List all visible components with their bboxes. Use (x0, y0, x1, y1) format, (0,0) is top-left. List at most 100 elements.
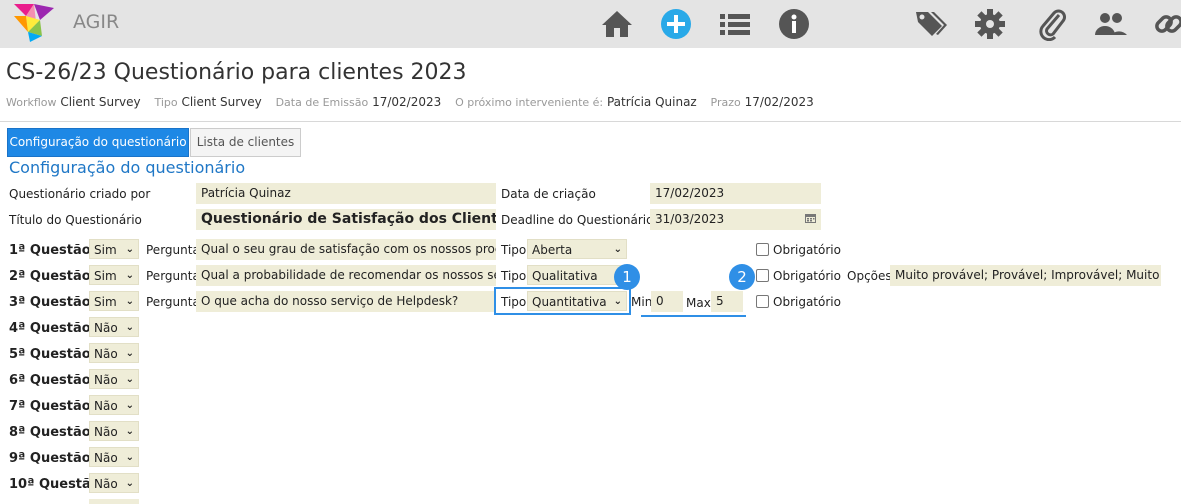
question-2-pergunta-field[interactable]: Qual a probabilidade de recomendar os no… (196, 265, 496, 286)
title-field[interactable]: Questionário de Satisfação dos Clientes … (196, 209, 496, 230)
question-10-enabled-select[interactable]: Não ⌄ (89, 473, 139, 493)
question-1-tipo-select[interactable]: Aberta ⌄ (527, 239, 627, 259)
question-5-enabled-value: Não (94, 347, 118, 361)
chevron-down-icon: ⌄ (125, 478, 134, 489)
question-10-enabled-value: Não (94, 477, 118, 491)
question-8-label: 8ª Questão (9, 425, 91, 440)
tipo-2-label: Tipo (501, 269, 527, 283)
question-2-enabled-select[interactable]: Sim ⌄ (89, 265, 139, 285)
chevron-down-icon: ⌄ (125, 270, 134, 281)
question-1-pergunta-field[interactable]: Qual o seu grau de satisfação com os nos… (196, 239, 496, 260)
app-name: AGIR (73, 11, 120, 33)
pergunta-3-label: Pergunta (146, 295, 200, 309)
tipo-1-label: Tipo (501, 243, 527, 257)
question-2-tipo-select[interactable]: Qualitativa⌄ (527, 265, 627, 285)
opcoes-label: Opções (847, 269, 892, 283)
users-icon[interactable] (1093, 7, 1127, 41)
question-6-enabled-value: Não (94, 373, 118, 387)
question-3-enabled-select[interactable]: Sim ⌄ (89, 291, 139, 311)
interveniente-value: Patrícia Quinaz (606, 95, 697, 109)
question-2-obrigatorio-checkbox[interactable] (756, 269, 769, 282)
question-1-enabled-select[interactable]: Sim ⌄ (89, 239, 139, 259)
tipo-value: Client Survey (181, 95, 262, 109)
question-4-enabled-value: Não (94, 321, 118, 335)
question-6-label: 6ª Questão (9, 373, 91, 388)
question-3-enabled-value: Sim (94, 295, 117, 309)
max-label: Max (686, 296, 711, 310)
deadline-label: Deadline do Questionário (501, 213, 654, 227)
created-by-field[interactable]: Patrícia Quinaz (196, 183, 496, 204)
obrigatorio-1-label: Obrigatório (773, 243, 841, 257)
obrigatorio-2-label: Obrigatório (773, 269, 841, 283)
question-6-enabled-select[interactable]: Não ⌄ (89, 369, 139, 389)
chevron-down-icon: ⌄ (125, 244, 134, 255)
tab-lista-clientes[interactable]: Lista de clientes (190, 128, 301, 157)
minmax-underline (641, 315, 746, 317)
prazo-label: Prazo (710, 96, 741, 109)
chevron-down-icon: ⌄ (125, 374, 134, 385)
link-icon[interactable] (1152, 7, 1181, 41)
top-bar: AGIR (0, 0, 1181, 48)
question-4-enabled-select[interactable]: Não ⌄ (89, 317, 139, 337)
document-meta: Workflow Client Survey Tipo Client Surve… (6, 95, 824, 109)
pergunta-2-label: Pergunta (146, 269, 200, 283)
question-7-enabled-value: Não (94, 399, 118, 413)
question-2-opcoes-field[interactable]: Muito provável; Provável; Improvável; Mu… (890, 265, 1161, 286)
question-10-label: 10ª Questão (9, 477, 100, 492)
gear-icon[interactable] (973, 7, 1007, 41)
annotation-badge-2: 2 (729, 264, 755, 290)
tipo-label: Tipo (154, 96, 178, 109)
chevron-down-icon: ⌄ (125, 322, 134, 333)
calendar-icon[interactable] (805, 213, 816, 223)
question-7-enabled-select[interactable]: Não ⌄ (89, 395, 139, 415)
question-2-label: 2ª Questão (9, 269, 91, 284)
chevron-down-icon: ⌄ (125, 400, 134, 411)
question-7-label: 7ª Questão (9, 399, 91, 414)
annotation-badge-1: 1 (614, 264, 640, 290)
question-3-max-field[interactable]: 5 (711, 291, 743, 312)
workflow-label: Workflow (6, 96, 57, 109)
question-2-tipo-value: Qualitativa (532, 269, 598, 283)
tab-configuracao[interactable]: Configuração do questionário (7, 128, 189, 157)
pergunta-1-label: Pergunta (146, 243, 200, 257)
info-icon[interactable] (777, 7, 811, 41)
question-1-enabled-value: Sim (94, 243, 117, 257)
paperclip-icon[interactable] (1035, 7, 1069, 41)
question-5-enabled-select[interactable]: Não ⌄ (89, 343, 139, 363)
divider (0, 121, 1181, 122)
question-3-obrigatorio-checkbox[interactable] (756, 295, 769, 308)
question-2-enabled-value: Sim (94, 269, 117, 283)
question-8-enabled-select[interactable]: Não ⌄ (89, 421, 139, 441)
question-3-min-field[interactable]: 0 (651, 291, 683, 312)
deadline-field[interactable]: 31/03/2023 (650, 209, 821, 230)
question-11-enabled-select-partial[interactable] (89, 499, 139, 504)
question-8-enabled-value: Não (94, 425, 118, 439)
question-9-enabled-select[interactable]: Não ⌄ (89, 447, 139, 467)
chevron-down-icon: ⌄ (613, 244, 622, 255)
chevron-down-icon: ⌄ (125, 426, 134, 437)
agir-logo[interactable] (12, 2, 58, 44)
list-icon[interactable] (718, 7, 752, 41)
workflow-value: Client Survey (60, 95, 141, 109)
creation-date-field[interactable]: 17/02/2023 (650, 183, 821, 204)
add-icon[interactable] (659, 7, 693, 41)
title-label: Título do Questionário (9, 213, 142, 227)
section-title: Configuração do questionário (9, 158, 246, 177)
home-icon[interactable] (600, 7, 634, 41)
question-5-label: 5ª Questão (9, 347, 91, 362)
question-1-obrigatorio-checkbox[interactable] (756, 243, 769, 256)
question-4-label: 4ª Questão (9, 321, 91, 336)
chevron-down-icon: ⌄ (125, 296, 134, 307)
question-9-enabled-value: Não (94, 451, 118, 465)
emissao-value: 17/02/2023 (372, 95, 442, 109)
question-1-tipo-value: Aberta (532, 243, 573, 257)
tags-icon[interactable] (914, 7, 948, 41)
creation-date-label: Data de criação (501, 187, 596, 201)
interveniente-label: O próximo interveniente é: (455, 96, 604, 109)
page-title: CS-26/23 Questionário para clientes 2023 (6, 60, 467, 85)
tipo-highlight-box (494, 287, 631, 315)
question-1-label: 1ª Questão (9, 243, 91, 258)
chevron-down-icon: ⌄ (125, 348, 134, 359)
prazo-value: 17/02/2023 (744, 95, 814, 109)
question-3-pergunta-field[interactable]: O que acha do nosso serviço de Helpdesk? (196, 291, 496, 312)
